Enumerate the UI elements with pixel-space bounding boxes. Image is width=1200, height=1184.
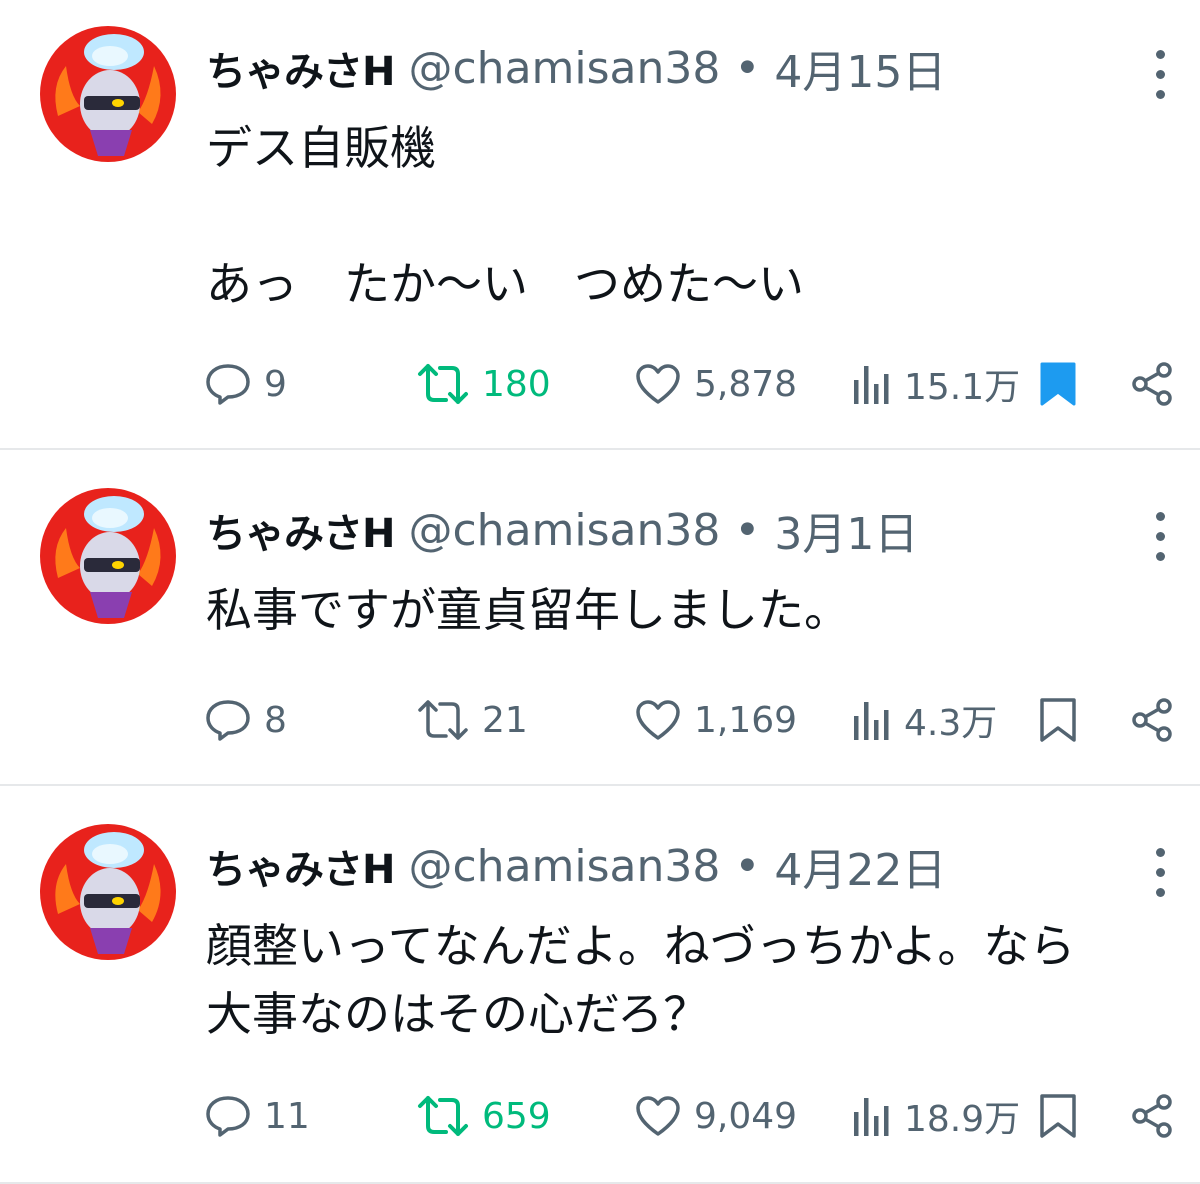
views-button[interactable]: 15.1万 bbox=[850, 356, 1020, 412]
retweet-button[interactable]: 21 bbox=[416, 692, 528, 748]
like-count: 5,878 bbox=[694, 363, 798, 405]
share-button[interactable] bbox=[1130, 1088, 1176, 1144]
reply-button[interactable]: 11 bbox=[204, 1088, 310, 1144]
retweet-icon bbox=[418, 364, 468, 404]
views-count: 18.9万 bbox=[904, 1099, 1021, 1140]
reply-count: 8 bbox=[264, 699, 287, 741]
like-icon bbox=[636, 1096, 680, 1136]
retweet-count: 21 bbox=[482, 699, 528, 741]
action-bar: 9 180 5,878 15.1万 bbox=[204, 356, 1184, 412]
tweet-text: 私事ですが童貞留年しました。 bbox=[206, 583, 850, 637]
tweet[interactable]: ちゃみさH @chamisan38 • 3月1日 私事ですが童貞留年しました。 … bbox=[0, 450, 1200, 786]
reply-icon bbox=[206, 1096, 250, 1137]
retweet-button[interactable]: 180 bbox=[416, 356, 551, 412]
bookmark-icon bbox=[1040, 362, 1076, 406]
bookmark-button[interactable] bbox=[1038, 692, 1078, 748]
reply-icon bbox=[206, 700, 250, 741]
post-date[interactable]: 4月15日 bbox=[774, 36, 946, 100]
reply-button[interactable]: 9 bbox=[204, 356, 287, 412]
more-icon[interactable] bbox=[1148, 44, 1172, 104]
like-button[interactable]: 9,049 bbox=[634, 1088, 797, 1144]
retweet-button[interactable]: 659 bbox=[416, 1088, 551, 1144]
tweet[interactable]: ちゃみさH @chamisan38 • 4月22日 顔整いってなんだよ。ねづっち… bbox=[0, 786, 1200, 1184]
avatar[interactable] bbox=[40, 488, 176, 624]
tweet-text: デス自販機 あっ たか〜い つめた〜い bbox=[206, 121, 804, 311]
like-count: 9,049 bbox=[694, 1095, 798, 1137]
share-icon bbox=[1132, 1094, 1172, 1138]
views-button[interactable]: 18.9万 bbox=[850, 1088, 1020, 1144]
reply-button[interactable]: 8 bbox=[204, 692, 287, 748]
retweet-icon bbox=[418, 1096, 468, 1136]
like-button[interactable]: 1,169 bbox=[634, 692, 797, 748]
views-count: 15.1万 bbox=[904, 367, 1021, 408]
reply-icon bbox=[206, 364, 250, 405]
post-date[interactable]: 3月1日 bbox=[774, 498, 918, 562]
separator-dot: • bbox=[734, 504, 761, 556]
like-count: 1,169 bbox=[694, 699, 798, 741]
username-handle[interactable]: @chamisan38 bbox=[408, 841, 720, 892]
tweet-header: ちゃみさH @chamisan38 • 3月1日 bbox=[206, 498, 918, 562]
views-icon bbox=[854, 702, 889, 740]
tweet-header: ちゃみさH @chamisan38 • 4月22日 bbox=[206, 834, 946, 898]
share-icon bbox=[1132, 698, 1172, 742]
views-icon bbox=[854, 366, 889, 404]
avatar[interactable] bbox=[40, 824, 176, 960]
separator-dot: • bbox=[734, 42, 761, 94]
like-button[interactable]: 5,878 bbox=[634, 356, 797, 412]
display-name[interactable]: ちゃみさH bbox=[206, 837, 395, 895]
share-icon bbox=[1132, 362, 1172, 406]
username-handle[interactable]: @chamisan38 bbox=[408, 43, 720, 94]
views-button[interactable]: 4.3万 bbox=[850, 692, 997, 748]
display-name[interactable]: ちゃみさH bbox=[206, 501, 395, 559]
views-count: 4.3万 bbox=[904, 703, 998, 744]
tweet-header: ちゃみさH @chamisan38 • 4月15日 bbox=[206, 36, 946, 100]
retweet-icon bbox=[418, 700, 468, 740]
bookmark-button[interactable] bbox=[1038, 356, 1078, 412]
post-date[interactable]: 4月22日 bbox=[774, 834, 946, 898]
bookmark-button[interactable] bbox=[1038, 1088, 1078, 1144]
reply-count: 9 bbox=[264, 363, 287, 405]
display-name[interactable]: ちゃみさH bbox=[206, 39, 395, 97]
more-icon[interactable] bbox=[1148, 506, 1172, 566]
separator-dot: • bbox=[734, 840, 761, 892]
action-bar: 8 21 1,169 4.3万 bbox=[204, 692, 1184, 748]
like-icon bbox=[636, 700, 680, 740]
share-button[interactable] bbox=[1130, 356, 1176, 412]
bookmark-icon bbox=[1040, 698, 1076, 742]
action-bar: 11 659 9,049 18.9万 bbox=[204, 1088, 1184, 1144]
more-icon[interactable] bbox=[1148, 842, 1172, 902]
bookmark-icon bbox=[1040, 1094, 1076, 1138]
like-icon bbox=[636, 364, 680, 404]
tweet[interactable]: ちゃみさH @chamisan38 • 4月15日 デス自販機 あっ たか〜い … bbox=[0, 0, 1200, 450]
username-handle[interactable]: @chamisan38 bbox=[408, 505, 720, 556]
views-icon bbox=[854, 1098, 889, 1136]
retweet-count: 180 bbox=[482, 363, 551, 405]
reply-count: 11 bbox=[264, 1095, 310, 1137]
avatar[interactable] bbox=[40, 26, 176, 162]
tweet-text: 顔整いってなんだよ。ねづっちかよ。なら 大事なのはその心だろ？ bbox=[206, 919, 1076, 1041]
share-button[interactable] bbox=[1130, 692, 1176, 748]
retweet-count: 659 bbox=[482, 1095, 551, 1137]
